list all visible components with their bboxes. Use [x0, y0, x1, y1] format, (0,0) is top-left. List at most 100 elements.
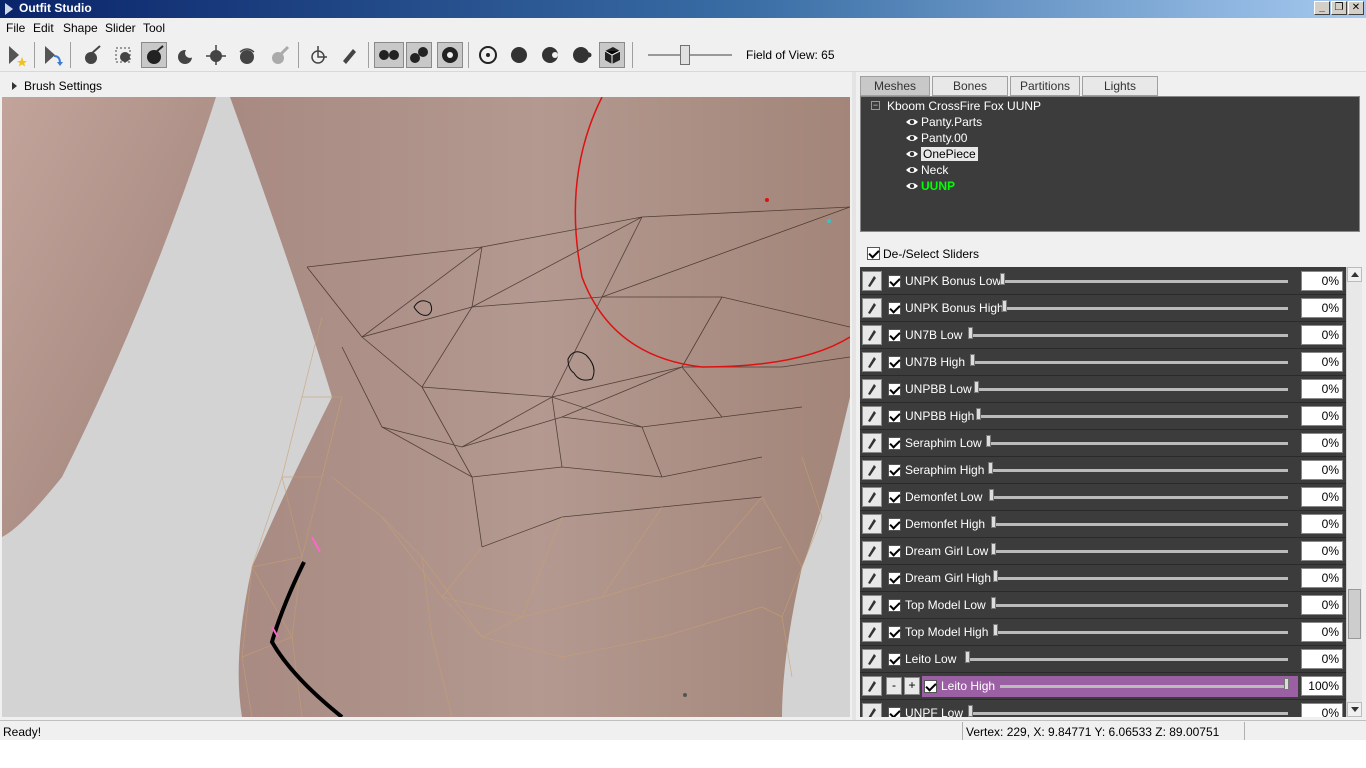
eye-icon[interactable] — [905, 149, 919, 159]
tab-meshes[interactable]: Meshes — [860, 76, 930, 96]
slider-track[interactable] — [974, 388, 1288, 391]
edit-slider-pencil-icon[interactable] — [862, 703, 882, 717]
slider-track[interactable] — [988, 469, 1288, 472]
slider-track[interactable] — [968, 334, 1288, 337]
slider-value-field[interactable]: 0% — [1301, 622, 1343, 642]
slider-checkbox[interactable] — [888, 572, 901, 585]
tree-item-onepiece[interactable]: OnePiece — [905, 147, 978, 163]
eye-icon[interactable] — [905, 133, 919, 143]
slider-scrollbar[interactable] — [1346, 267, 1362, 717]
slider-track[interactable] — [968, 712, 1288, 715]
slider-track[interactable] — [976, 415, 1288, 418]
slider-checkbox[interactable] — [888, 410, 901, 423]
menu-tool[interactable]: Tool — [143, 21, 165, 35]
slider-value-field[interactable]: 0% — [1301, 379, 1343, 399]
slider-track[interactable] — [965, 658, 1288, 661]
slider-value-field[interactable]: 100% — [1301, 676, 1343, 696]
slider-checkbox[interactable] — [888, 437, 901, 450]
view-side-icon[interactable] — [406, 42, 432, 68]
slider-track[interactable] — [970, 361, 1288, 364]
edit-slider-pencil-icon[interactable] — [862, 514, 882, 534]
slider-value-field[interactable]: 0% — [1301, 325, 1343, 345]
slider-value-field[interactable]: 0% — [1301, 514, 1343, 534]
slider-track[interactable] — [986, 442, 1288, 445]
deselect-sliders-checkbox[interactable] — [867, 247, 880, 260]
load-outfit-icon[interactable] — [40, 42, 66, 68]
slider-value-field[interactable]: 0% — [1301, 703, 1343, 717]
fov-slider-track[interactable] — [648, 54, 732, 56]
view-back-icon[interactable] — [437, 42, 463, 68]
toggle-wireframe-icon[interactable] — [506, 42, 532, 68]
slider-thumb[interactable] — [989, 489, 994, 501]
edit-slider-pencil-icon[interactable] — [862, 352, 882, 372]
edit-slider-pencil-icon[interactable] — [862, 676, 882, 696]
edit-slider-pencil-icon[interactable] — [862, 568, 882, 588]
brush-settings-header[interactable]: Brush Settings — [0, 75, 852, 97]
slider-track[interactable] — [1002, 307, 1288, 310]
slider-checkbox[interactable] — [888, 275, 901, 288]
slider-value-field[interactable]: 0% — [1301, 568, 1343, 588]
slider-thumb[interactable] — [968, 327, 973, 339]
slider-value-field[interactable]: 0% — [1301, 298, 1343, 318]
edit-slider-pencil-icon[interactable] — [862, 325, 882, 345]
slider-checkbox[interactable] — [888, 518, 901, 531]
slider-value-field[interactable]: 0% — [1301, 352, 1343, 372]
slider-checkbox[interactable] — [888, 707, 901, 717]
menu-edit[interactable]: Edit — [33, 21, 54, 35]
slider-value-field[interactable]: 0% — [1301, 271, 1343, 291]
slider-track[interactable] — [993, 577, 1288, 580]
slider-thumb[interactable] — [970, 354, 975, 366]
menu-slider[interactable]: Slider — [105, 21, 136, 35]
slider-thumb[interactable] — [988, 462, 993, 474]
slider-checkbox[interactable] — [888, 329, 901, 342]
smooth-brush-icon[interactable] — [234, 42, 260, 68]
new-project-icon[interactable] — [4, 42, 30, 68]
slider-checkbox[interactable] — [888, 626, 901, 639]
scroll-down-button[interactable] — [1347, 702, 1362, 717]
toggle-vertices-icon[interactable] — [475, 42, 501, 68]
slider-thumb[interactable] — [991, 597, 996, 609]
menu-file[interactable]: File — [6, 21, 25, 35]
edit-slider-pencil-icon[interactable] — [862, 406, 882, 426]
slider-value-field[interactable]: 0% — [1301, 595, 1343, 615]
restore-button[interactable]: ❐ — [1331, 1, 1347, 15]
mask-brush-icon[interactable] — [110, 42, 136, 68]
slider-checkbox[interactable] — [888, 383, 901, 396]
slider-thumb[interactable] — [993, 570, 998, 582]
eye-icon[interactable] — [905, 181, 919, 191]
scroll-up-button[interactable] — [1347, 267, 1362, 282]
toggle-mask-icon[interactable] — [599, 42, 625, 68]
edit-slider-pencil-icon[interactable] — [862, 595, 882, 615]
slider-track[interactable] — [993, 631, 1288, 634]
slider-checkbox[interactable] — [888, 302, 901, 315]
slider-thumb[interactable] — [991, 516, 996, 528]
edit-slider-pencil-icon[interactable] — [862, 622, 882, 642]
slider-thumb[interactable] — [965, 651, 970, 663]
slider-thumb[interactable] — [993, 624, 998, 636]
weight-brush-icon[interactable] — [266, 42, 292, 68]
slider-thumb[interactable] — [1284, 678, 1289, 690]
collapse-icon[interactable]: − — [871, 101, 880, 110]
slider-value-field[interactable]: 0% — [1301, 406, 1343, 426]
slider-checkbox[interactable] — [888, 356, 901, 369]
move-brush-icon[interactable] — [203, 42, 229, 68]
slider-checkbox[interactable] — [888, 545, 901, 558]
close-button[interactable]: ✕ — [1348, 1, 1364, 15]
edit-slider-pencil-icon[interactable] — [862, 487, 882, 507]
slider-value-field[interactable]: 0% — [1301, 649, 1343, 669]
inflate-brush-icon[interactable] — [141, 42, 167, 68]
transform-icon[interactable] — [305, 42, 331, 68]
edit-slider-pencil-icon[interactable] — [862, 379, 882, 399]
slider-value-field[interactable]: 0% — [1301, 541, 1343, 561]
tree-item-uunp[interactable]: UUNP — [905, 179, 955, 195]
slider-checkbox[interactable] — [888, 464, 901, 477]
tree-item-panty-parts[interactable]: Panty.Parts — [905, 115, 982, 131]
tree-item-neck[interactable]: Neck — [905, 163, 948, 179]
tree-item-panty-00[interactable]: Panty.00 — [905, 131, 967, 147]
slider-track[interactable] — [991, 523, 1288, 526]
fov-slider-thumb[interactable] — [680, 45, 690, 65]
slider-track[interactable] — [989, 496, 1288, 499]
select-tool-icon[interactable] — [78, 42, 104, 68]
3d-viewport[interactable] — [2, 97, 850, 717]
pencil-icon[interactable] — [336, 42, 362, 68]
